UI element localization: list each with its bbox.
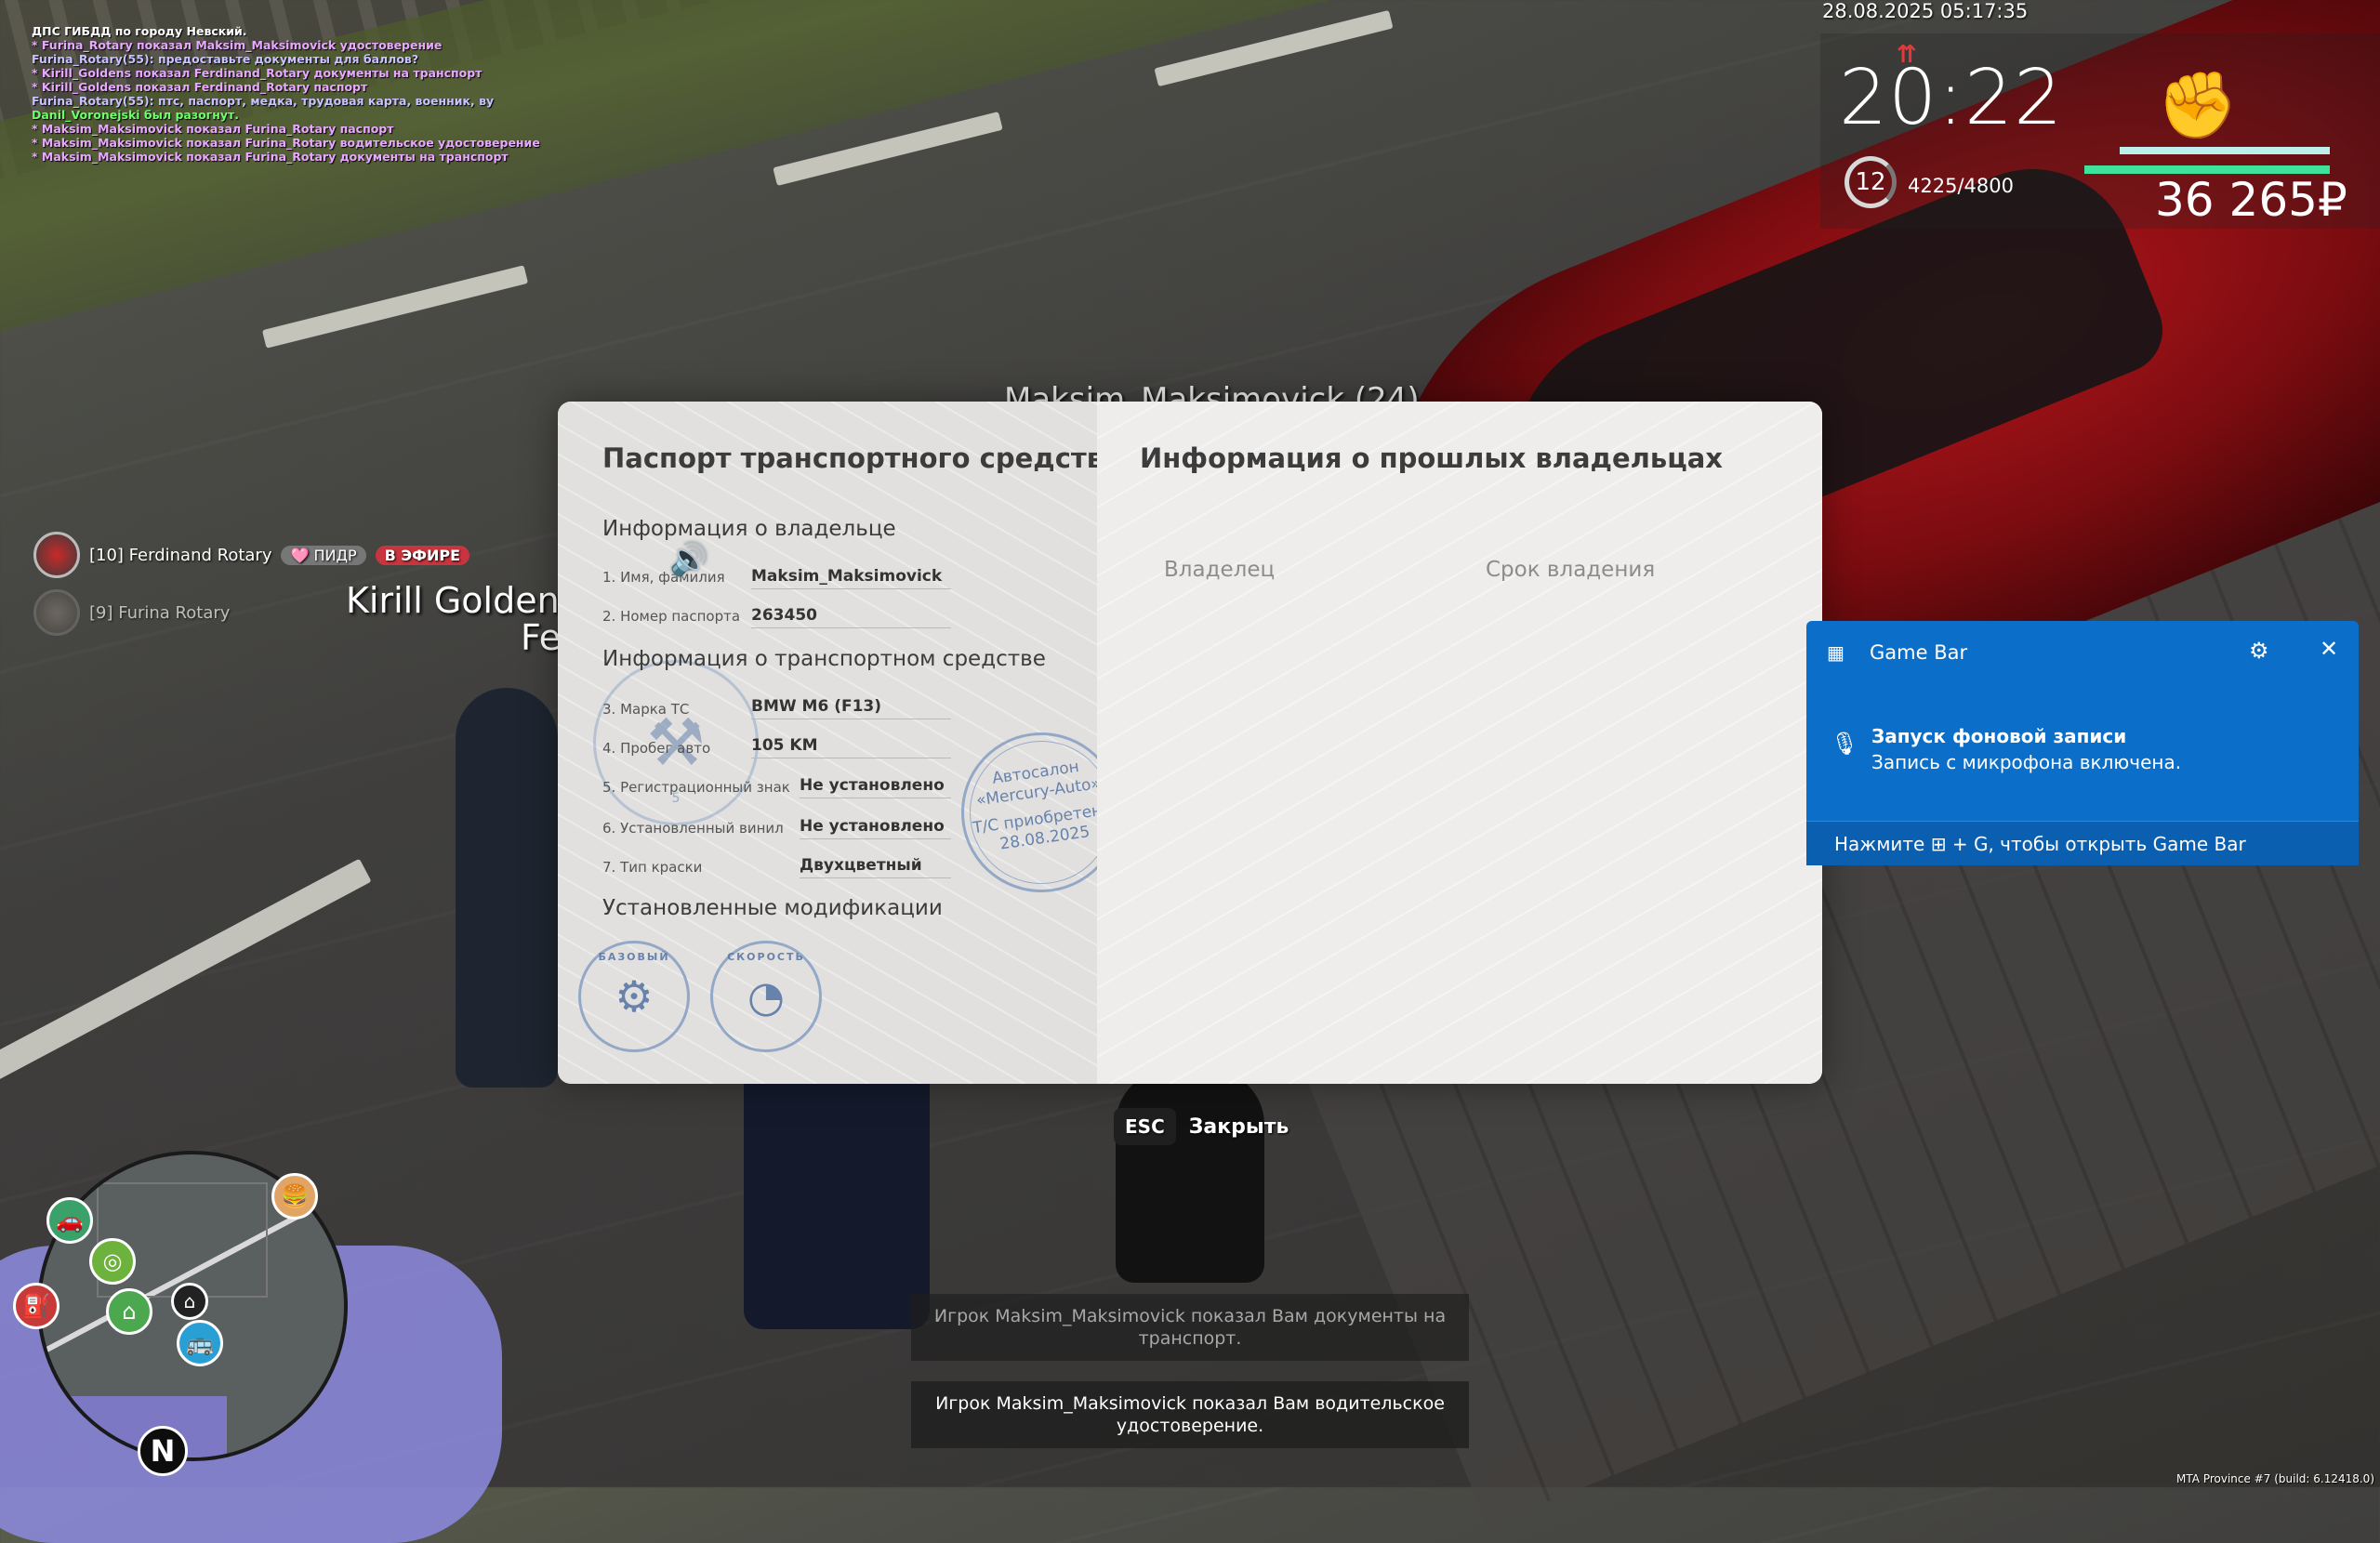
gamebar-logo-icon: ▦ (1827, 641, 1844, 664)
windows-key-icon: ⊞ (1930, 833, 1947, 855)
esc-key[interactable]: ESC (1114, 1108, 1176, 1145)
field-label: 4. Пробег авто (602, 740, 711, 757)
chat-line: * Kirill_Goldens показал Ferdinand_Rotar… (32, 80, 368, 94)
close-button[interactable]: ESC Закрыть (1114, 1108, 1289, 1145)
field-label: 6. Установленный винил (602, 820, 784, 837)
notification: Игрок Maksim_Maksimovick показал Вам вод… (911, 1381, 1469, 1448)
owner-name-value: Maksim_Maksimovick (751, 567, 951, 589)
passport-page: ⚒ 5 Паспорт транспортного средства Инфор… (558, 402, 1132, 1084)
gamebar-hint-pre: Нажмите (1834, 833, 1925, 855)
build-info: MTA Province #7 (build: 6.12418.0) (2176, 1472, 2374, 1485)
column-period: Срок владения (1486, 558, 1656, 582)
level-value: 12 (1855, 168, 1886, 196)
character-model (456, 688, 558, 1088)
field-label: 3. Марка ТС (602, 701, 690, 718)
road-marking (0, 858, 372, 1083)
chat-line: * Kirill_Goldens показал Ferdinand_Rotar… (32, 66, 483, 80)
gamebar-hint-post: + G, чтобы открыть Game Bar (1951, 833, 2246, 855)
gas-station-icon[interactable]: ⛽ (13, 1283, 60, 1329)
north-marker: N (138, 1426, 188, 1476)
gamebar-header: ▦ Game Bar ⚙ ✕ (1806, 621, 2359, 686)
chat-line: Danil_Voronejski был разогнут. (32, 108, 239, 122)
field-label: 7. Тип краски (602, 859, 703, 876)
chat-line: * Maksim_Maksimovick показал Furina_Rota… (32, 122, 394, 136)
field-label: 5. Регистрационный знак (602, 779, 790, 796)
paint-type-value: Двухцветный (800, 856, 951, 878)
gamebar-hint: Нажмите ⊞ + G, чтобы открыть Game Bar (1806, 821, 2359, 865)
close-icon[interactable]: ✕ (2320, 636, 2338, 662)
bus-icon[interactable]: 🚌 (177, 1320, 223, 1366)
live-badge: В ЭФИРЕ (375, 545, 470, 565)
gear-car-icon: ⚙ (615, 971, 654, 1022)
road-marking (261, 265, 529, 349)
previous-owners-title: Информация о прошлых владельцах (1140, 442, 1723, 474)
armor-bar (2120, 147, 2330, 154)
chat-line: ДПС ГИБДД по городу Невский. (32, 24, 247, 38)
dealer-stamp-line: «Mercury-Auto» (974, 773, 1103, 811)
level-indicator: 12 (1844, 156, 1897, 208)
home-marker-icon[interactable]: ⌂ (171, 1283, 208, 1320)
chat-line: Furina_Rotary(55): птс, паспорт, медка, … (32, 94, 495, 108)
house-icon[interactable]: ⌂ (106, 1288, 152, 1335)
fastfood-icon[interactable]: 🍔 (271, 1173, 318, 1220)
dealer-stamp-line: Автосалон (991, 757, 1080, 788)
speaker-icon: 🔊 (669, 541, 709, 578)
hud-datetime: 28.08.2025 05:17:35 (1822, 0, 2029, 22)
vehicle-passport-dialog: ⚒ 5 Паспорт транспортного средства Инфор… (558, 402, 1822, 1084)
passport-number-value: 263450 (751, 606, 951, 628)
world-nickname-sub: Fe (521, 617, 562, 658)
mileage-value: 105 KM (751, 736, 951, 758)
gamebar-heading: Запуск фоновой записи (1871, 725, 2127, 747)
voice-player-row: [9] Furina Rotary (33, 589, 230, 636)
player-name: [9] Furina Rotary (89, 602, 231, 623)
speedometer-icon: ◔ (747, 971, 786, 1022)
hud-clock: 20:22 (1839, 54, 2064, 142)
player-tag: 🩷 ПИДР (281, 545, 366, 565)
microphone-icon: 🎙 (1831, 731, 1859, 757)
gamebar-toast: ▦ Game Bar ⚙ ✕ 🎙 Запуск фоновой записи З… (1806, 621, 2359, 865)
overhead-nickname: Maksim_Maksimovick (24) (1004, 381, 1420, 403)
chat-log: ДПС ГИБДД по городу Невский. * Furina_Rot… (32, 24, 540, 164)
gamebar-title: Game Bar (1870, 641, 1968, 664)
chat-line: Furina_Rotary(55): предоставьте документ… (32, 52, 419, 66)
vehicle-model-value: BMW M6 (F13) (751, 697, 951, 719)
money-balance: 36 265₽ (2155, 173, 2347, 227)
gear-icon[interactable]: ⚙ (2249, 638, 2269, 664)
vinyl-value: Не установлено (800, 817, 951, 839)
owner-section-title: Информация о владельце (602, 517, 896, 541)
car-service-icon[interactable]: 🚗 (46, 1197, 93, 1244)
mod-stamp-speed: СКОРОСТЬ ◔ (710, 941, 822, 1052)
mod-name: СКОРОСТЬ (727, 951, 805, 963)
player-name: [10] Ferdinand Rotary (89, 545, 272, 565)
vehicle-section-title: Информация о транспортном средстве (602, 647, 1046, 671)
gamebar-body: Запись с микрофона включена. (1871, 751, 2182, 773)
notification: Игрок Maksim_Maksimovick показал Вам док… (911, 1294, 1469, 1361)
passport-title: Паспорт транспортного средства (602, 442, 1122, 474)
field-label: 2. Номер паспорта (602, 608, 741, 625)
fist-icon: ✊ (2157, 67, 2239, 143)
character-model (1116, 1069, 1264, 1283)
plate-value: Не установлено (800, 776, 951, 798)
xp-progress: 4225/4800 (1908, 175, 2014, 197)
column-owner: Владелец (1164, 558, 1276, 582)
map-water (41, 1396, 227, 1457)
chat-line: * Furina_Rotary показал Maksim_Maksimovi… (32, 38, 443, 52)
mod-name: БАЗОВЫЙ (598, 951, 670, 963)
target-icon[interactable]: ◎ (89, 1238, 136, 1285)
mod-stamp-base: БАЗОВЫЙ ⚙ (578, 941, 690, 1052)
chat-line: * Maksim_Maksimovick показал Furina_Rota… (32, 150, 509, 164)
mods-section-title: Установленные модификации (602, 896, 943, 920)
avatar (33, 532, 80, 578)
previous-owners-page: Информация о прошлых владельцах Владелец… (1097, 402, 1822, 1084)
chat-line: * Maksim_Maksimovick показал Furina_Rota… (32, 136, 540, 150)
avatar (33, 589, 80, 636)
close-label[interactable]: Закрыть (1189, 1115, 1289, 1139)
voice-player-row: [10] Ferdinand Rotary 🩷 ПИДР В ЭФИРЕ (33, 532, 470, 578)
